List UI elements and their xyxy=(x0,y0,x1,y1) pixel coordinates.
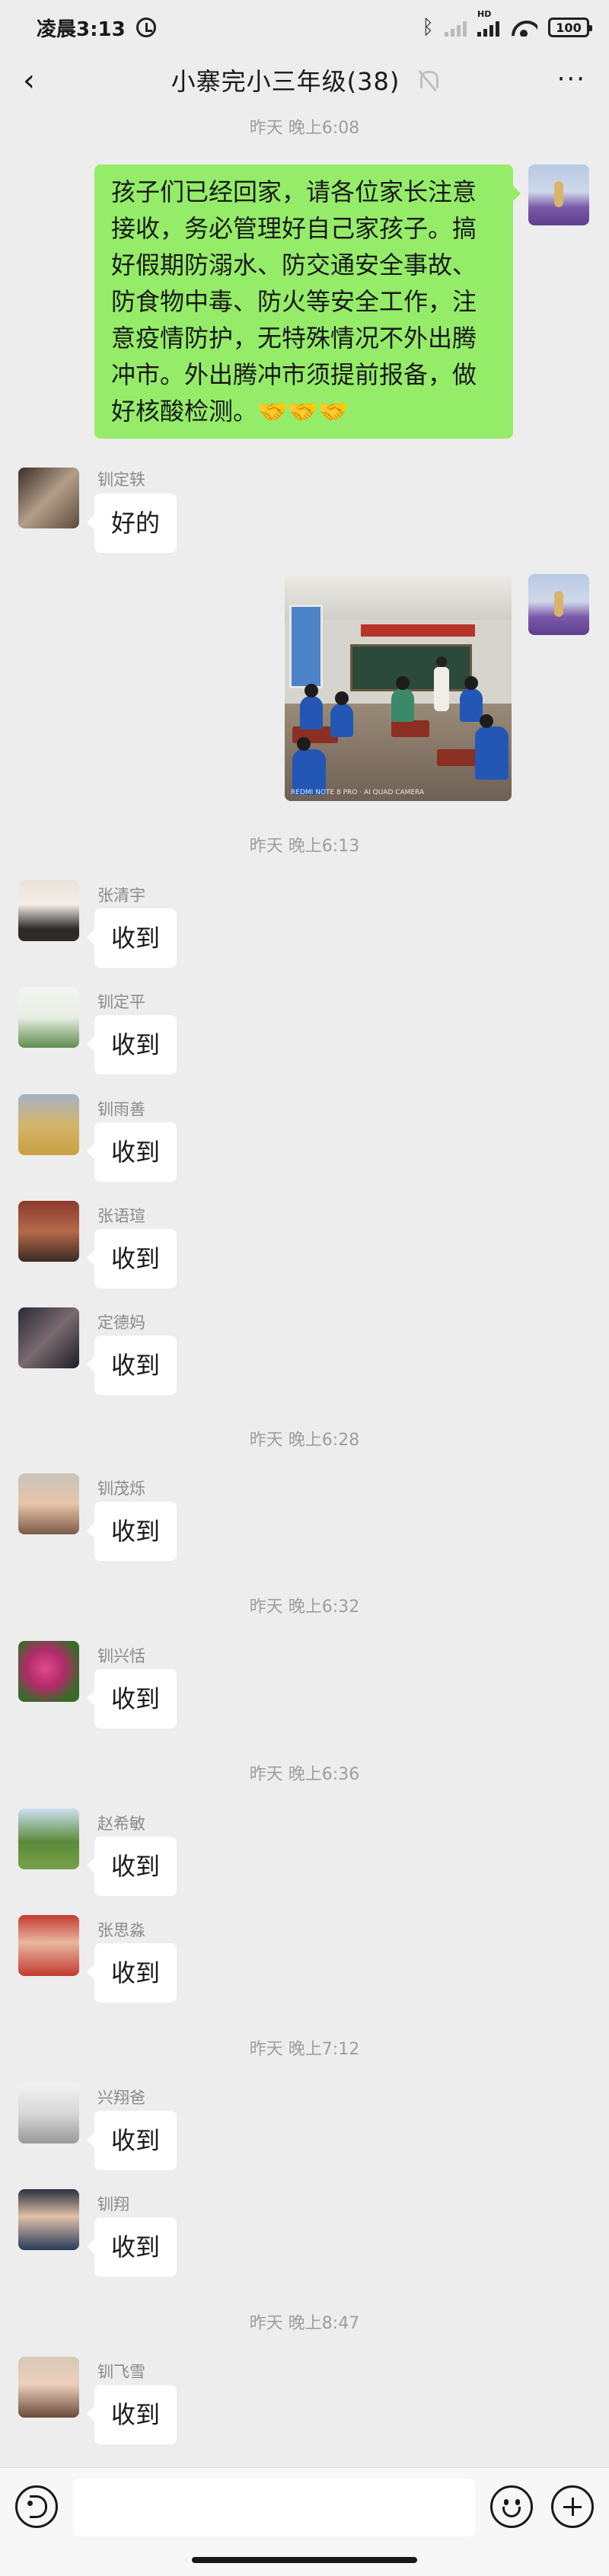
timestamp: 昨天 晚上6:28 xyxy=(249,1431,360,1450)
timestamp: 昨天 晚上8:47 xyxy=(249,2314,360,2333)
message-line: 防食物中毒、防火等安全工作，注 xyxy=(111,287,477,316)
sender-name: 张清宇 xyxy=(97,886,145,905)
timestamp: 昨天 晚上6:08 xyxy=(249,119,360,138)
sender-name: 张思淼 xyxy=(97,1921,145,1939)
avatar[interactable] xyxy=(18,1915,79,1976)
status-bar: 凌晨3:13 ᛒ HD 100 xyxy=(0,0,609,55)
message-line: 孩子们已经回家，请各位家长注意 xyxy=(111,177,477,206)
avatar[interactable] xyxy=(18,1641,79,1702)
message-bubble[interactable]: 收到 xyxy=(86,1122,177,1182)
message-bubble[interactable]: 收到 xyxy=(86,1669,177,1729)
sender-name: 钏飞雪 xyxy=(97,2363,145,2381)
avatar[interactable] xyxy=(18,1808,79,1869)
sender-name: 张语瑄 xyxy=(97,1207,145,1225)
emoji-mouth xyxy=(502,2507,521,2517)
message-line: 接收，务必管理好自己家孩子。搞 xyxy=(111,214,477,243)
wifi-icon xyxy=(510,18,537,37)
network-label: HD xyxy=(477,9,492,19)
message-bubble[interactable]: 收到 xyxy=(86,2217,177,2277)
photo-blackboard xyxy=(350,644,472,691)
message-line: 意疫情防护，无特殊情况不外出腾 xyxy=(111,324,477,353)
photo-message[interactable]: REDMI NOTE 8 PRO · AI QUAD CAMERA xyxy=(285,574,512,801)
sender-name: 兴翔爸 xyxy=(97,2089,145,2107)
message-bubble[interactable]: 收到 xyxy=(86,1336,177,1395)
chat-header: ‹ 小寨完小三年级(38) ··· xyxy=(0,55,609,105)
status-icons: ᛒ HD 100 xyxy=(422,9,592,39)
bluetooth-icon: ᛒ xyxy=(422,16,434,39)
sender-name: 赵希敏 xyxy=(97,1815,145,1833)
plus-icon[interactable] xyxy=(551,2485,594,2528)
photo-student xyxy=(292,737,326,795)
avatar[interactable] xyxy=(18,1473,79,1534)
message-bubble[interactable]: 收到 xyxy=(86,1502,177,1561)
photo-student xyxy=(391,676,414,722)
avatar[interactable] xyxy=(18,1307,79,1368)
photo-student xyxy=(475,714,509,780)
signal-icon-2: HD xyxy=(477,9,499,37)
avatar-self[interactable] xyxy=(528,574,589,635)
message-bubble[interactable]: 收到 xyxy=(86,908,177,968)
avatar[interactable] xyxy=(18,880,79,941)
avatar[interactable] xyxy=(18,2189,79,2250)
battery-icon: 100 xyxy=(548,18,592,37)
sender-name: 钏翔 xyxy=(97,2195,129,2214)
sender-name: 定德妈 xyxy=(97,1314,145,1332)
message-line: 好假期防溺水、防交通安全事故、 xyxy=(111,251,477,279)
photo-watermark: REDMI NOTE 8 PRO · AI QUAD CAMERA xyxy=(291,789,425,796)
sender-name: 钏兴恬 xyxy=(97,1647,145,1665)
photo-window xyxy=(289,605,323,688)
avatar[interactable] xyxy=(18,987,79,1048)
message-line: 冲市。外出腾冲市须提前报备，做 xyxy=(111,360,477,389)
timestamp: 昨天 晚上7:12 xyxy=(249,2040,360,2059)
chat-title: 小寨完小三年级(38) xyxy=(171,67,400,96)
status-time: 凌晨3:13 xyxy=(37,18,126,41)
sender-name: 钏雨善 xyxy=(97,1100,145,1119)
photo-banner xyxy=(361,624,475,637)
alarm-icon xyxy=(136,18,156,37)
back-icon[interactable]: ‹ xyxy=(23,65,35,96)
photo-student xyxy=(300,684,323,729)
message-bubble[interactable]: 好的 xyxy=(86,493,177,553)
message-bubble-self[interactable]: 孩子们已经回家，请各位家长注意 接收，务必管理好自己家孩子。搞 好假期防溺水、防… xyxy=(94,164,521,439)
message-bubble[interactable]: 收到 xyxy=(86,1015,177,1074)
avatar[interactable] xyxy=(18,1094,79,1155)
message-bubble[interactable]: 收到 xyxy=(86,1229,177,1288)
emoji-icon[interactable] xyxy=(490,2485,533,2528)
sender-name: 钏定轶 xyxy=(97,471,145,489)
sender-name: 钏茂烁 xyxy=(97,1480,145,1498)
home-indicator[interactable] xyxy=(192,2557,417,2563)
message-line: 好核酸检测。🤝🤝🤝 xyxy=(111,397,349,426)
avatar-self[interactable] xyxy=(528,164,589,225)
emoji-eye xyxy=(504,2499,509,2505)
message-bubble[interactable]: 收到 xyxy=(86,2111,177,2170)
message-bubble[interactable]: 收到 xyxy=(86,1943,177,2003)
photo-desk xyxy=(391,720,429,737)
message-bubble[interactable]: 收到 xyxy=(86,2385,177,2444)
message-input[interactable] xyxy=(73,2479,475,2536)
message-bubble[interactable]: 收到 xyxy=(86,1837,177,1896)
timestamp: 昨天 晚上6:32 xyxy=(249,1598,360,1617)
emoji-eye xyxy=(515,2499,520,2505)
avatar[interactable] xyxy=(18,1201,79,1262)
avatar[interactable] xyxy=(18,2357,79,2418)
timestamp: 昨天 晚上6:13 xyxy=(249,837,360,856)
avatar[interactable] xyxy=(18,468,79,528)
timestamp: 昨天 晚上6:36 xyxy=(249,1765,360,1784)
photo-teacher xyxy=(434,656,449,711)
more-icon[interactable]: ··· xyxy=(557,66,586,92)
photo-student xyxy=(460,676,483,722)
mute-icon xyxy=(416,69,439,91)
avatar[interactable] xyxy=(18,2083,79,2143)
photo-student xyxy=(330,691,353,737)
voice-icon[interactable] xyxy=(15,2485,58,2528)
sender-name: 钏定平 xyxy=(97,993,145,1011)
signal-icon xyxy=(445,18,467,37)
